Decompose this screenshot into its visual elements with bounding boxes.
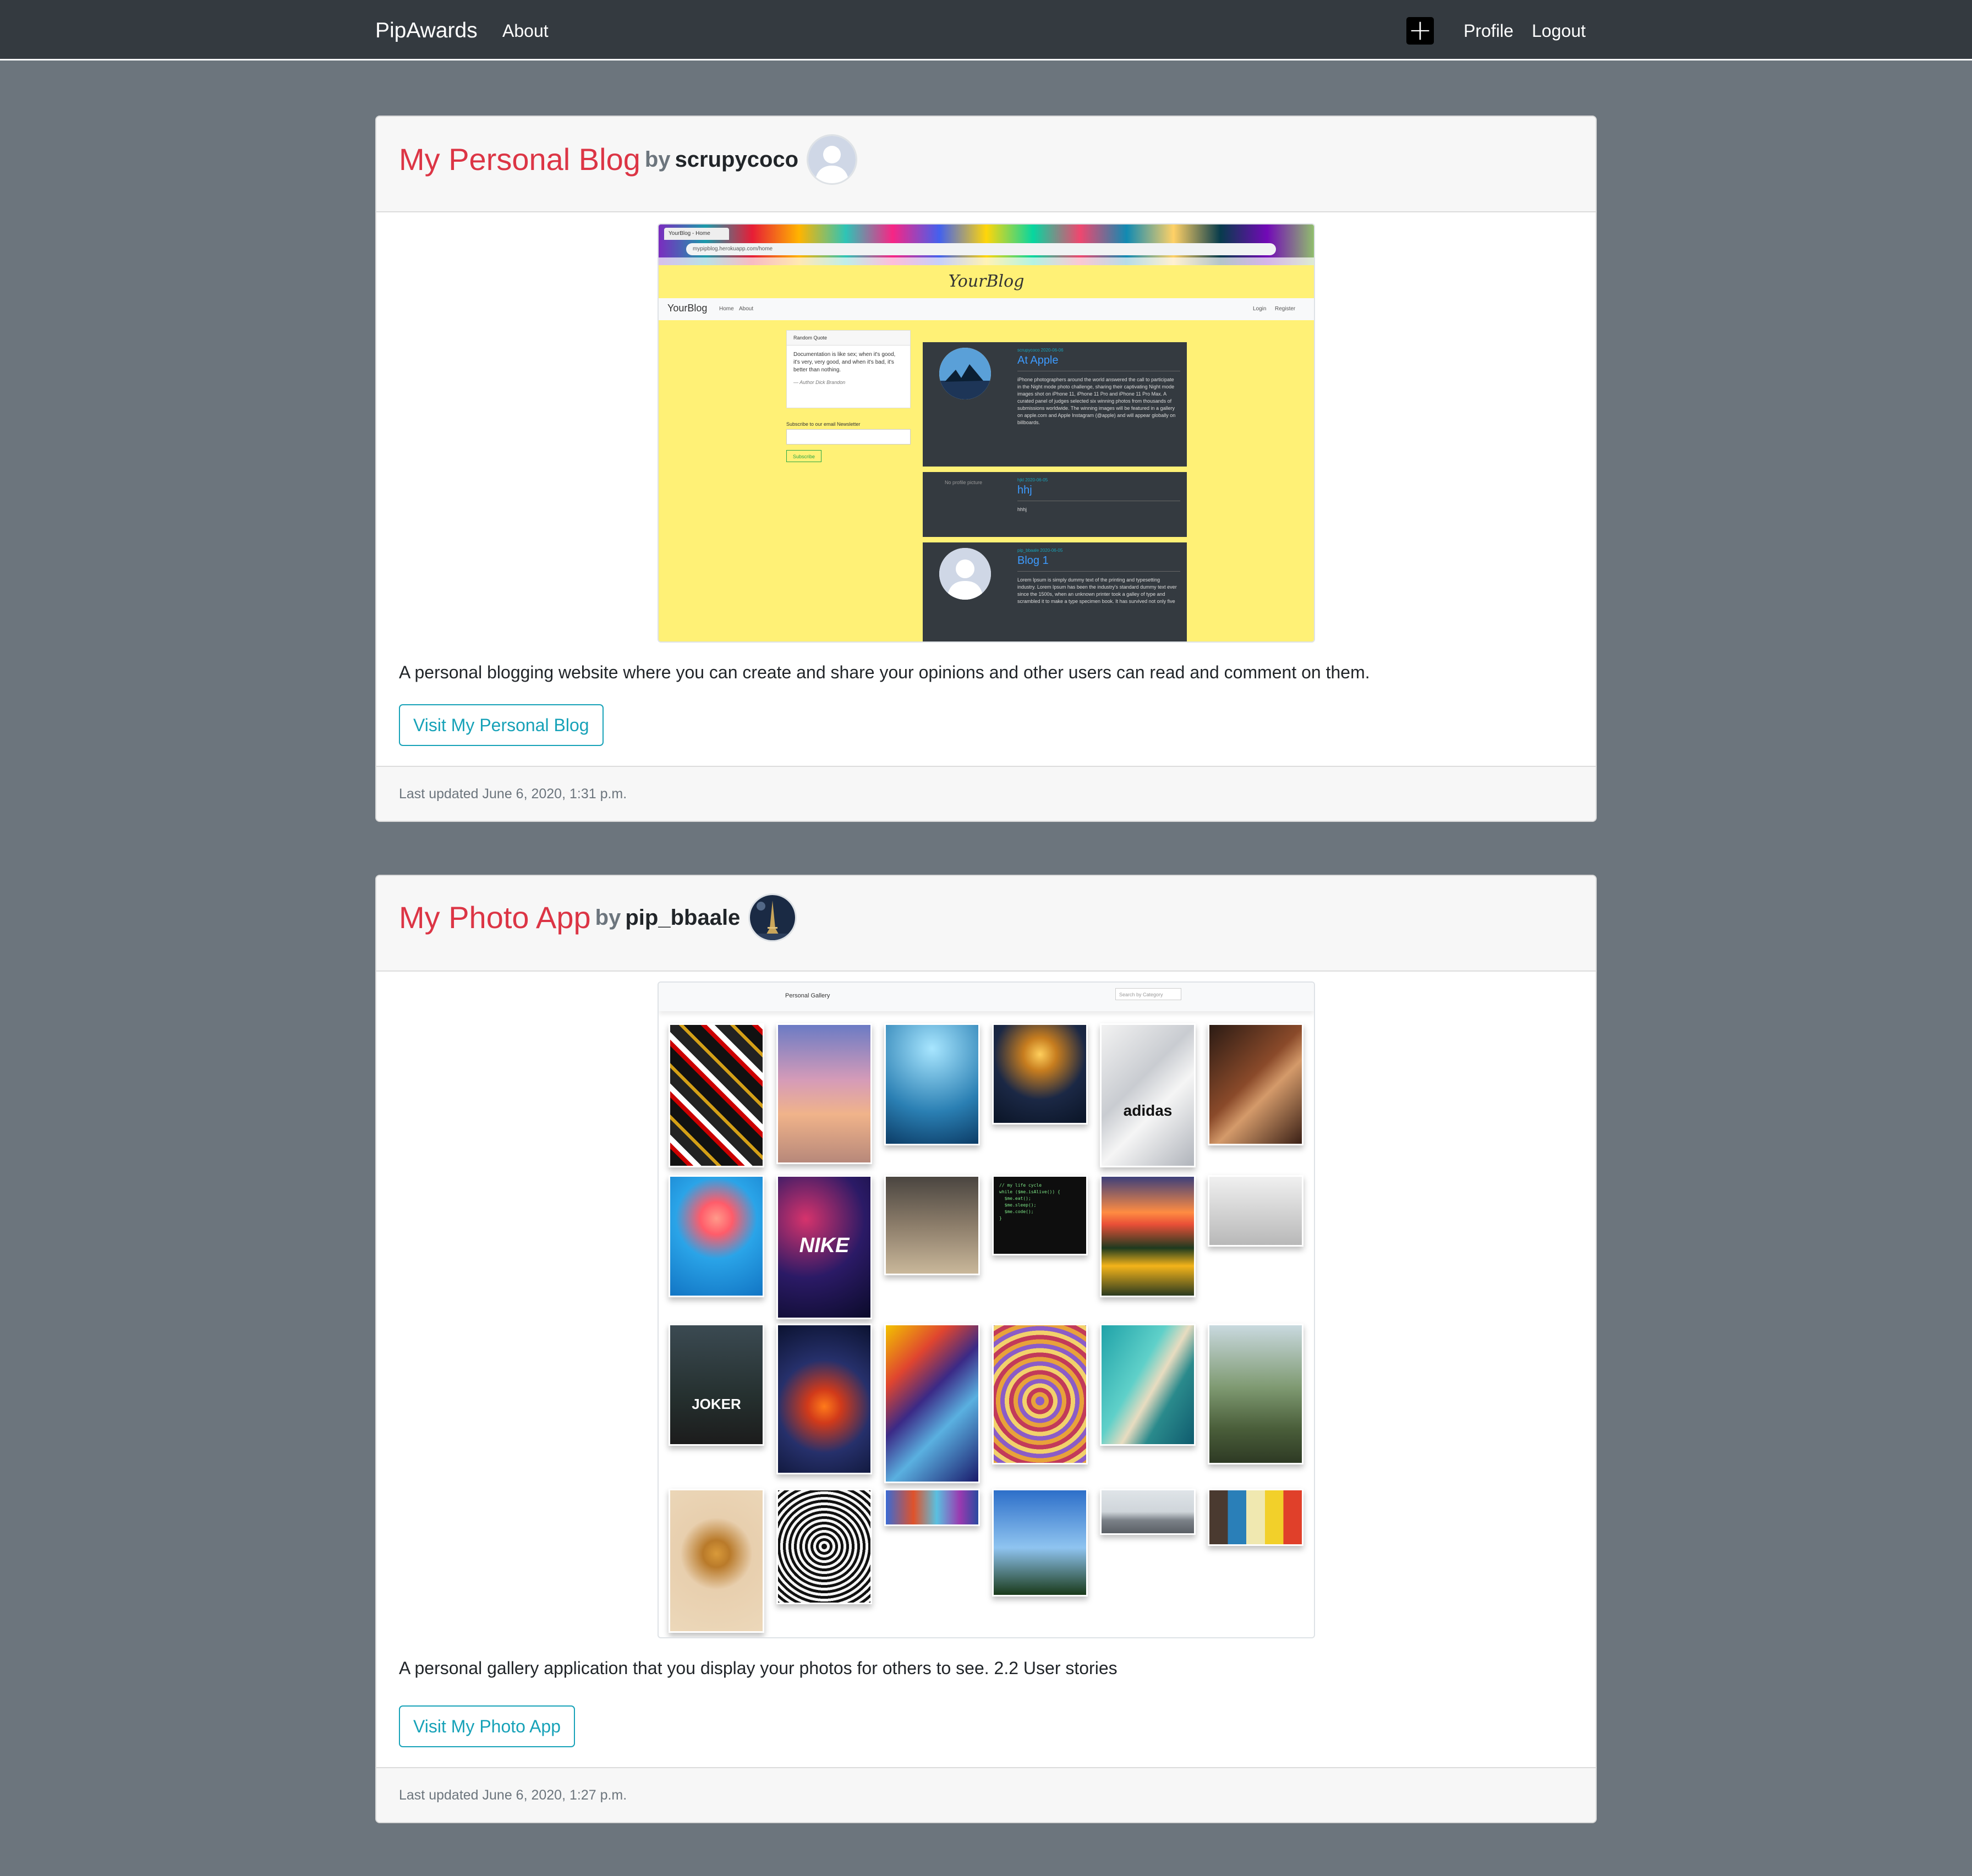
post-avatar [939,548,991,600]
post-body: Lorem Ipsum is simply dummy text of the … [1017,577,1177,604]
plus-square-icon[interactable]: + [1406,16,1434,45]
quote-card: Random Quote Documentation is like sex; … [786,330,911,408]
blog-post: pip_bbaale 2020-06-05 Blog 1 Lorem Ipsum… [923,542,1187,641]
gallery-photo [776,1324,872,1474]
gallery-photo [776,1023,872,1164]
gallery-photo [1208,1489,1303,1546]
gallery-photo [992,1489,1088,1597]
project-title: My Personal Blog by scrupycoco [399,134,857,185]
brand-link[interactable]: PipAwards [375,18,478,44]
quote-title: Random Quote [787,331,910,345]
card-footer: Last updated June 6, 2020, 1:31 p.m. [376,766,1596,821]
blog-nav-login: Login [1253,306,1267,312]
author-name[interactable]: scrupycoco [675,147,799,172]
project-title: My Photo App by pip_bbaale [399,893,797,942]
last-updated: Last updated June 6, 2020, 1:31 p.m. [399,786,627,802]
nike-logo-text: NIKE [799,1234,850,1257]
default-avatar-icon [806,134,857,185]
adidas-logo-text: adidas [1123,1102,1173,1119]
project-name: My Photo App [399,900,591,935]
navbar: PipAwards About + Profile Logout [0,0,1972,61]
author-name[interactable]: pip_bbaale [625,906,740,930]
gallery-photo [884,1324,980,1483]
blog-nav-register: Register [1275,306,1296,312]
gallery-photo [884,1175,980,1275]
blog-hero: YourBlog [659,265,1314,298]
gallery-photo: JOKER [669,1324,764,1446]
blog-nav-home: Home [719,306,734,312]
blog-post: scrupycoco 2020-06-06 At Apple iPhone ph… [923,342,1187,467]
gallery-navbar: Personal Gallery Search by Category [659,983,1314,1011]
by-label: by [595,906,621,930]
post-body: hhhj [1017,507,1027,512]
gallery-photo [992,1023,1088,1124]
blog-brand: YourBlog [667,303,708,314]
browser-url: mypipblog.herokuapp.com/home [686,243,1276,255]
card-footer: Last updated June 6, 2020, 1:27 p.m. [376,1767,1596,1822]
gallery-title: Personal Gallery [785,992,830,999]
quote-author: — Author Dick Brandon [793,380,846,385]
post-avatar [939,348,991,399]
gallery-photo: // my life cycle while ($me.isAlive()) {… [992,1175,1088,1255]
no-picture-text: No profile picture [945,480,983,485]
gallery-photo: NIKE [776,1175,872,1319]
blog-screenshot: YourBlog - Home mypipblog.herokuapp.com/… [658,223,1315,643]
gallery-photo [1208,1324,1303,1464]
subscribe-label: Subscribe to our email Newsletter [786,421,861,427]
gallery-photo [884,1489,980,1526]
project-card-blog: My Personal Blog by scrupycoco YourBlog - … [375,116,1597,822]
gallery-photo [669,1175,764,1297]
last-updated: Last updated June 6, 2020, 1:27 p.m. [399,1787,627,1803]
gallery-photo [992,1324,1088,1464]
blog-nav-about: About [739,306,754,312]
subscribe-input [786,429,911,445]
post-title: At Apple [1017,354,1059,366]
post-meta: hjkl 2020-06-05 [1017,478,1048,482]
gallery-photo [1208,1023,1303,1145]
visit-photo-app-button[interactable]: Visit My Photo App [399,1705,575,1747]
gallery-photo [1100,1175,1196,1297]
gallery-photo: adidas [1100,1023,1196,1167]
bookmarks-bar [659,257,1314,265]
blog-body: Random Quote Documentation is like sex; … [659,320,1314,641]
post-meta: scrupycoco 2020-06-06 [1017,348,1064,353]
code-snippet: // my life cycle while ($me.isAlive()) {… [999,1183,1060,1221]
gallery-photo [1208,1175,1303,1247]
project-card-photo-app: My Photo App by pip_bbaale Personal Galler… [375,875,1597,1823]
post-title: hhj [1017,484,1032,496]
post-body: iPhone photographers around the world an… [1017,377,1176,425]
browser-tab-bar: YourBlog - Home mypipblog.herokuapp.com/… [659,224,1314,265]
post-title: Blog 1 [1017,555,1049,567]
by-label: by [644,147,671,172]
card-header: My Personal Blog by scrupycoco [376,117,1596,212]
subscribe-button: Subscribe [786,450,821,462]
gallery-search: Search by Category [1115,988,1181,1000]
gallery-photo [669,1489,764,1633]
gallery-photo [1100,1489,1196,1535]
gallery-screenshot: Personal Gallery Search by Category adid… [658,981,1315,1638]
divider [1017,571,1180,572]
browser-tab: YourBlog - Home [664,228,729,240]
card-header: My Photo App by pip_bbaale [376,876,1596,972]
project-description: A personal blogging website where you ca… [399,662,1370,682]
nav-profile-link[interactable]: Profile [1464,20,1514,42]
post-meta: pip_bbaale 2020-06-05 [1017,548,1063,553]
nav-about-link[interactable]: About [502,20,549,42]
project-description: A personal gallery application that you … [399,1658,1118,1678]
gallery-photo [776,1489,872,1604]
blog-post: No profile picture hjkl 2020-06-05 hhj h… [923,472,1187,537]
visit-blog-button[interactable]: Visit My Personal Blog [399,704,604,746]
gallery-photo [1100,1324,1196,1446]
nav-logout-link[interactable]: Logout [1532,20,1586,42]
joker-text: JOKER [692,1396,741,1412]
gallery-photo [669,1023,764,1167]
quote-text: Documentation is like sex; when it's goo… [793,352,896,373]
eiffel-avatar-icon [748,893,797,942]
project-name: My Personal Blog [399,142,640,177]
blog-navbar: YourBlog Home About Login Register [659,298,1314,321]
gallery-photo [884,1023,980,1145]
